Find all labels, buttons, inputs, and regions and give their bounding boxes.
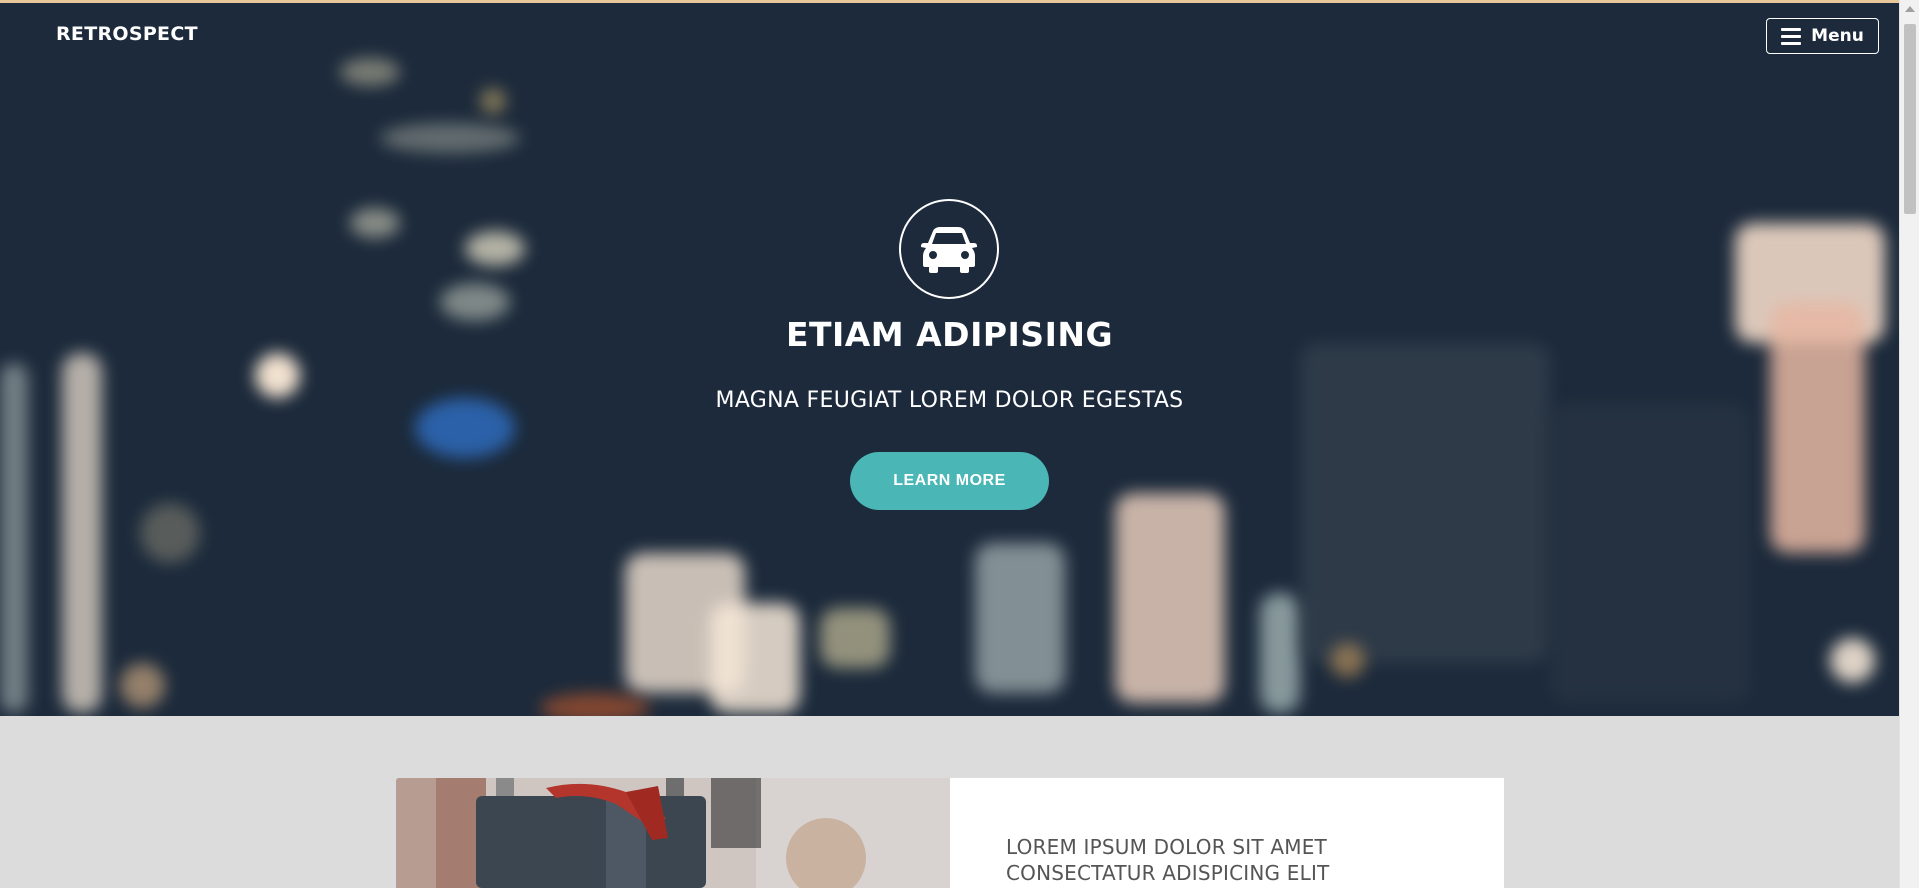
learn-more-button[interactable]: LEARN MORE bbox=[850, 452, 1049, 510]
scroll-up-arrow-icon[interactable] bbox=[1905, 6, 1915, 12]
scrollbar-thumb[interactable] bbox=[1904, 24, 1916, 214]
hero-subtitle: MAGNA FEUGIAT LOREM DOLOR EGESTAS bbox=[715, 388, 1184, 413]
feature-image bbox=[396, 778, 950, 888]
hero-banner: RETROSPECT Menu ETIAM ADIPISING MAGNA FE… bbox=[0, 3, 1899, 716]
hamburger-icon bbox=[1781, 27, 1802, 45]
feature-section: LOREM IPSUM DOLOR SIT AMET CONSECTATUR A… bbox=[0, 716, 1899, 888]
menu-button[interactable]: Menu bbox=[1766, 18, 1879, 54]
hero-title: ETIAM ADIPISING bbox=[785, 315, 1114, 354]
hero-emblem bbox=[899, 199, 999, 299]
menu-button-label: Menu bbox=[1811, 26, 1864, 46]
feature-title: LOREM IPSUM DOLOR SIT AMET CONSECTATUR A… bbox=[1006, 835, 1330, 885]
brand-logo[interactable]: RETROSPECT bbox=[56, 23, 198, 45]
padlock-photo bbox=[396, 778, 950, 888]
feature-card: LOREM IPSUM DOLOR SIT AMET CONSECTATUR A… bbox=[950, 778, 1504, 888]
page-scrollbar[interactable] bbox=[1899, 0, 1919, 888]
car-icon bbox=[921, 227, 977, 273]
